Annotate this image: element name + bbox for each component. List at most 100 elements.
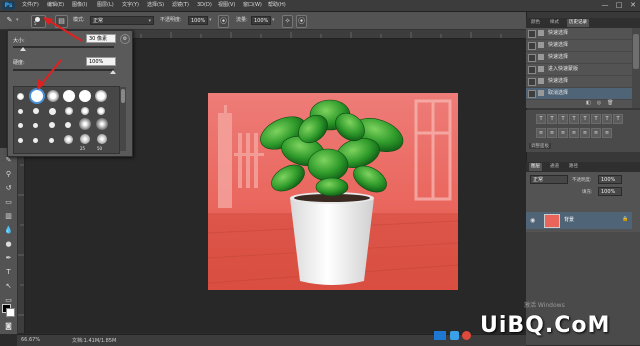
size-slider-thumb[interactable] [20,47,26,51]
minimize-button[interactable]: — [598,0,612,11]
clone-stamp-tool-button[interactable]: ⚲ [4,170,13,179]
brush-panel-toggle-icon[interactable]: ▤ [55,15,68,28]
history-checkbox[interactable] [528,42,536,50]
history-item[interactable]: 快速选择 [526,76,632,88]
align-icon[interactable]: ≡ [558,128,568,138]
text-underline-icon[interactable]: T [602,114,612,124]
fill-input[interactable]: 100% [598,187,622,196]
menu-view[interactable]: 视图(V) [218,1,235,10]
history-checkbox[interactable] [528,66,536,74]
size-slider[interactable] [13,46,114,48]
brush-preset[interactable] [97,134,107,144]
brush-preset[interactable] [96,118,108,130]
opacity-input[interactable]: 100% [188,16,208,25]
brush-preset[interactable] [65,107,73,115]
text-subscript-icon[interactable]: T [591,114,601,124]
brush-preset[interactable] [18,138,23,143]
adjustments-panel-tab[interactable]: 调整面板 [529,143,551,149]
airbrush-icon[interactable]: ✧ [282,15,293,28]
history-scrollbar-thumb[interactable] [633,34,639,69]
brush-preset[interactable] [81,107,89,115]
background-color-swatch[interactable] [6,308,15,317]
brush-preset[interactable] [79,90,91,102]
gradient-tool-button[interactable]: ▥ [4,212,13,221]
menu-file[interactable]: 文件(F) [22,1,39,10]
camera-icon[interactable]: ◎ [597,100,601,106]
brush-preset[interactable] [49,138,54,143]
menu-edit[interactable]: 编辑(E) [47,1,64,10]
tab-channels[interactable]: 通道 [548,163,561,171]
path-select-tool-button[interactable]: ↖ [4,282,13,291]
history-brush-tool-button[interactable]: ↺ [4,184,13,193]
brush-preset[interactable] [18,109,23,114]
brush-preset-selected[interactable] [31,90,43,102]
tab-color[interactable]: 颜色 [529,19,542,27]
brush-preset-grid[interactable]: 25 50 [13,86,120,154]
hardness-slider-thumb[interactable] [110,70,116,74]
flow-input[interactable]: 100% [251,16,271,25]
history-checkbox[interactable] [528,30,536,38]
brush-preset[interactable] [17,93,24,100]
brush-preset[interactable] [33,138,38,143]
text-superscript-icon[interactable]: T [580,114,590,124]
menu-window[interactable]: 窗口(W) [243,1,262,10]
brush-preset[interactable] [95,90,107,102]
history-item-selected[interactable]: 取消选择 [526,88,632,100]
align-icon[interactable]: ≡ [591,128,601,138]
history-checkbox[interactable] [528,78,536,86]
pressure-size-icon[interactable]: ⦿ [296,15,307,28]
document-image[interactable] [208,93,458,290]
text-caps-icon[interactable]: T [558,114,568,124]
blend-mode-select[interactable]: 正常 [530,175,568,184]
brush-preset[interactable] [97,107,105,115]
quick-mask-icon[interactable]: ◙ [4,322,13,331]
tab-styles[interactable]: 样式 [548,19,561,27]
size-input[interactable]: 30 像素 [86,34,116,43]
text-strikethrough-icon[interactable]: T [613,114,623,124]
trash-icon[interactable]: 🗑 [607,100,613,106]
brush-picker-arrow-icon[interactable]: ▾ [46,14,49,26]
history-item[interactable]: 快速选择 [526,28,632,40]
new-document-icon[interactable]: ◧ [586,100,591,106]
mode-select[interactable]: 正常 ▾ [90,16,154,25]
hardness-slider[interactable] [13,69,114,71]
menu-3d[interactable]: 3D(D) [197,1,212,10]
maximize-button[interactable]: □ [612,0,626,11]
text-bold-icon[interactable]: T [536,114,546,124]
history-item[interactable]: 快速选择 [526,40,632,52]
align-icon[interactable]: ≡ [602,128,612,138]
close-button[interactable]: ✕ [626,0,640,11]
align-icon[interactable]: ≡ [536,128,546,138]
preset-scrollbar[interactable] [120,87,126,151]
layer-opacity-input[interactable]: 100% [598,175,622,184]
brush-preset[interactable] [64,135,73,144]
menu-image[interactable]: 图像(I) [72,1,87,10]
gear-icon[interactable]: ⚙ [120,34,130,44]
tab-layers[interactable]: 图层 [529,163,542,171]
brush-preset[interactable] [65,122,71,128]
menu-filter[interactable]: 滤镜(T) [172,1,189,10]
align-icon[interactable]: ≡ [547,128,557,138]
blur-tool-button[interactable]: 💧 [4,226,13,235]
history-checkbox[interactable] [528,54,536,62]
hardness-input[interactable]: 100% [86,57,116,66]
type-tool-button[interactable]: T [4,268,13,277]
layer-row-background[interactable]: ◉ 背景 🔒 [526,212,632,229]
brush-preset[interactable] [33,123,38,128]
layer-name[interactable]: 背景 [564,216,574,223]
brush-preset[interactable] [33,108,39,114]
brush-preset-picker[interactable]: 5 [31,15,46,28]
brush-tool-icon[interactable]: ✎ [4,15,15,26]
dodge-tool-button[interactable]: ● [4,240,13,249]
tool-preset-arrow-icon[interactable]: ▾ [16,14,19,26]
history-checkbox[interactable] [528,90,536,98]
menu-type[interactable]: 文字(Y) [122,1,139,10]
brush-preset[interactable] [79,118,91,130]
brush-tool-button[interactable]: ✎ [4,156,13,165]
preset-scrollbar-thumb[interactable] [121,89,125,103]
pressure-opacity-icon[interactable]: ⦿ [218,15,229,28]
eye-icon[interactable]: ◉ [530,217,535,224]
opacity-arrow-icon[interactable]: ▾ [209,14,212,26]
text-smallcaps-icon[interactable]: T [569,114,579,124]
align-icon[interactable]: ≡ [580,128,590,138]
